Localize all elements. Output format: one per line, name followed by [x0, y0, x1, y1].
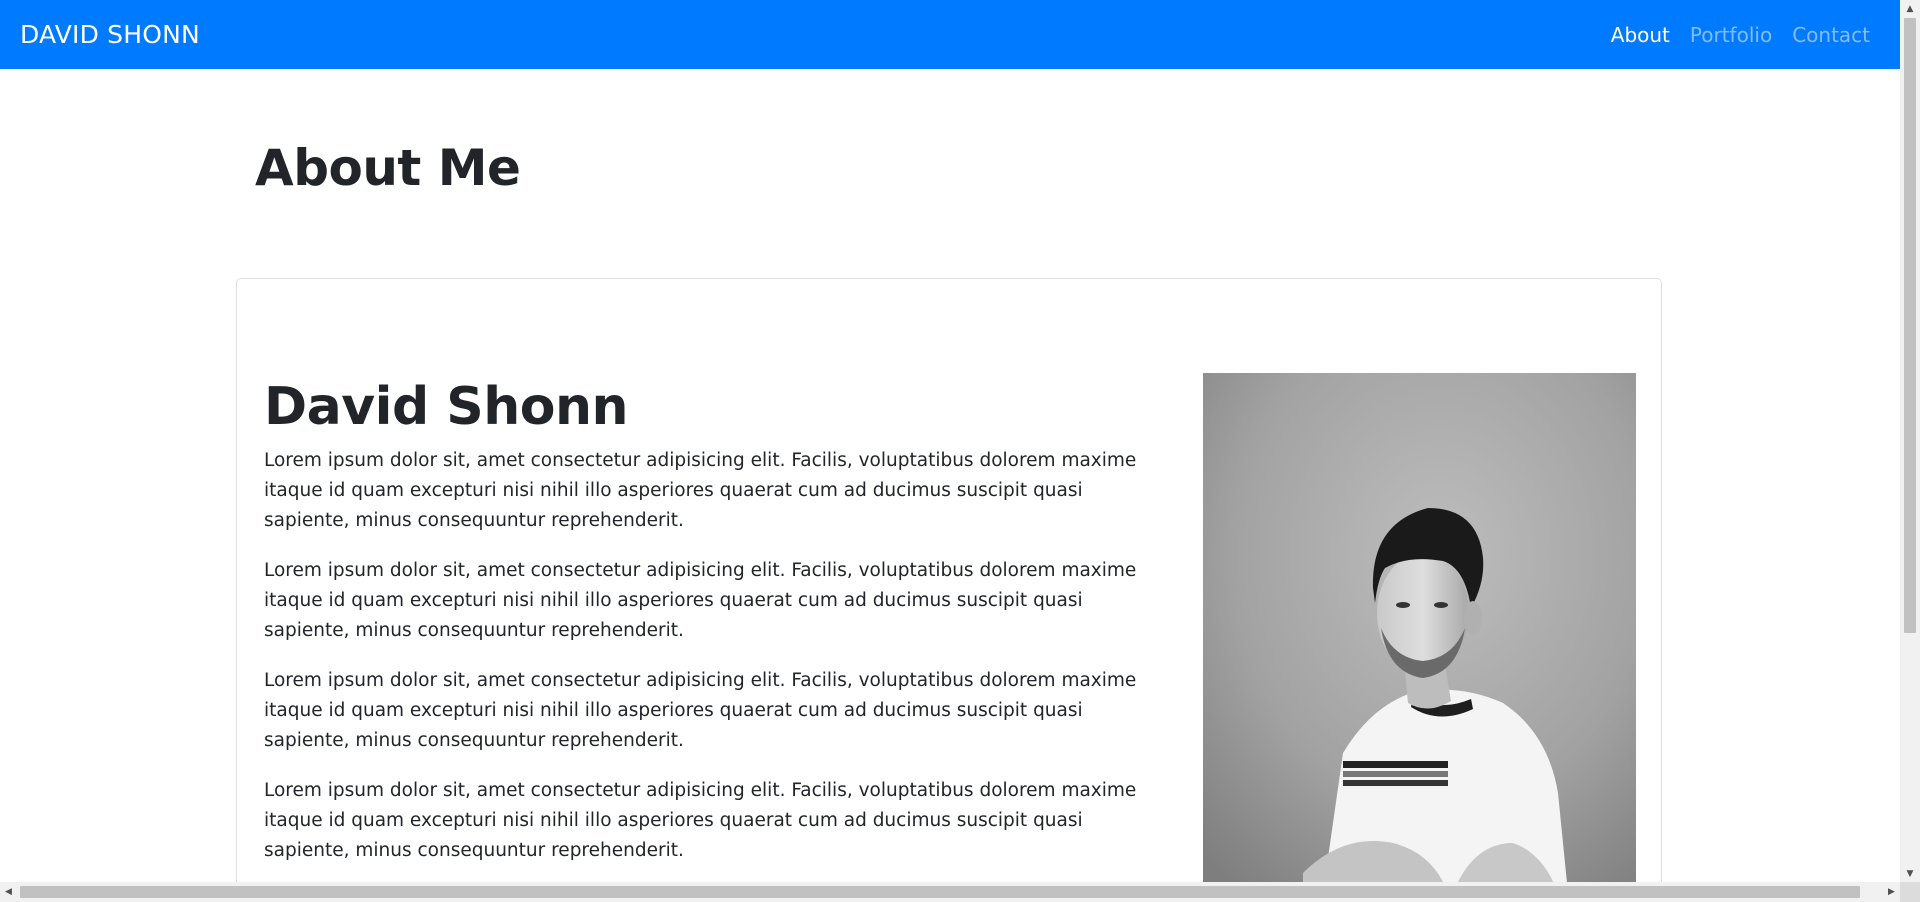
page-viewport: DAVID SHONN About Portfolio Contact Abou…	[0, 0, 1900, 882]
bio-paragraph: Lorem ipsum dolor sit, amet consectetur …	[264, 450, 1137, 531]
person-name: David Shonn	[264, 377, 629, 437]
bio-text: Lorem ipsum dolor sit, amet consectetur …	[264, 446, 1154, 882]
navbar-brand[interactable]: DAVID SHONN	[20, 18, 200, 52]
vertical-scrollbar[interactable]: ▲ ▼	[1900, 0, 1920, 882]
vertical-scroll-thumb[interactable]	[1904, 18, 1916, 633]
scrollbar-corner	[1900, 882, 1920, 902]
nav-link-contact[interactable]: Contact	[1792, 20, 1870, 50]
triangle-right-icon[interactable]: ▶	[1883, 882, 1900, 902]
navbar: DAVID SHONN About Portfolio Contact	[0, 0, 1900, 69]
horizontal-scrollbar[interactable]: ◀ ▶	[0, 882, 1900, 902]
bio-paragraph: Lorem ipsum dolor sit, amet consectetur …	[264, 670, 1137, 751]
nav-link-about[interactable]: About	[1611, 20, 1670, 50]
profile-photo	[1203, 373, 1636, 882]
about-card: David Shonn Lorem ipsum dolor sit, amet …	[236, 278, 1662, 882]
nav-links: About Portfolio Contact	[1611, 20, 1870, 50]
triangle-down-icon[interactable]: ▼	[1900, 865, 1920, 882]
nav-link-portfolio[interactable]: Portfolio	[1690, 20, 1772, 50]
triangle-up-icon[interactable]: ▲	[1900, 0, 1920, 17]
triangle-left-icon[interactable]: ◀	[0, 882, 17, 902]
horizontal-scroll-thumb[interactable]	[20, 886, 1860, 898]
bio-paragraph: Lorem ipsum dolor sit, amet consectetur …	[264, 780, 1137, 861]
bio-paragraph: Lorem ipsum dolor sit, amet consectetur …	[264, 560, 1137, 641]
page-title: About Me	[255, 139, 521, 197]
